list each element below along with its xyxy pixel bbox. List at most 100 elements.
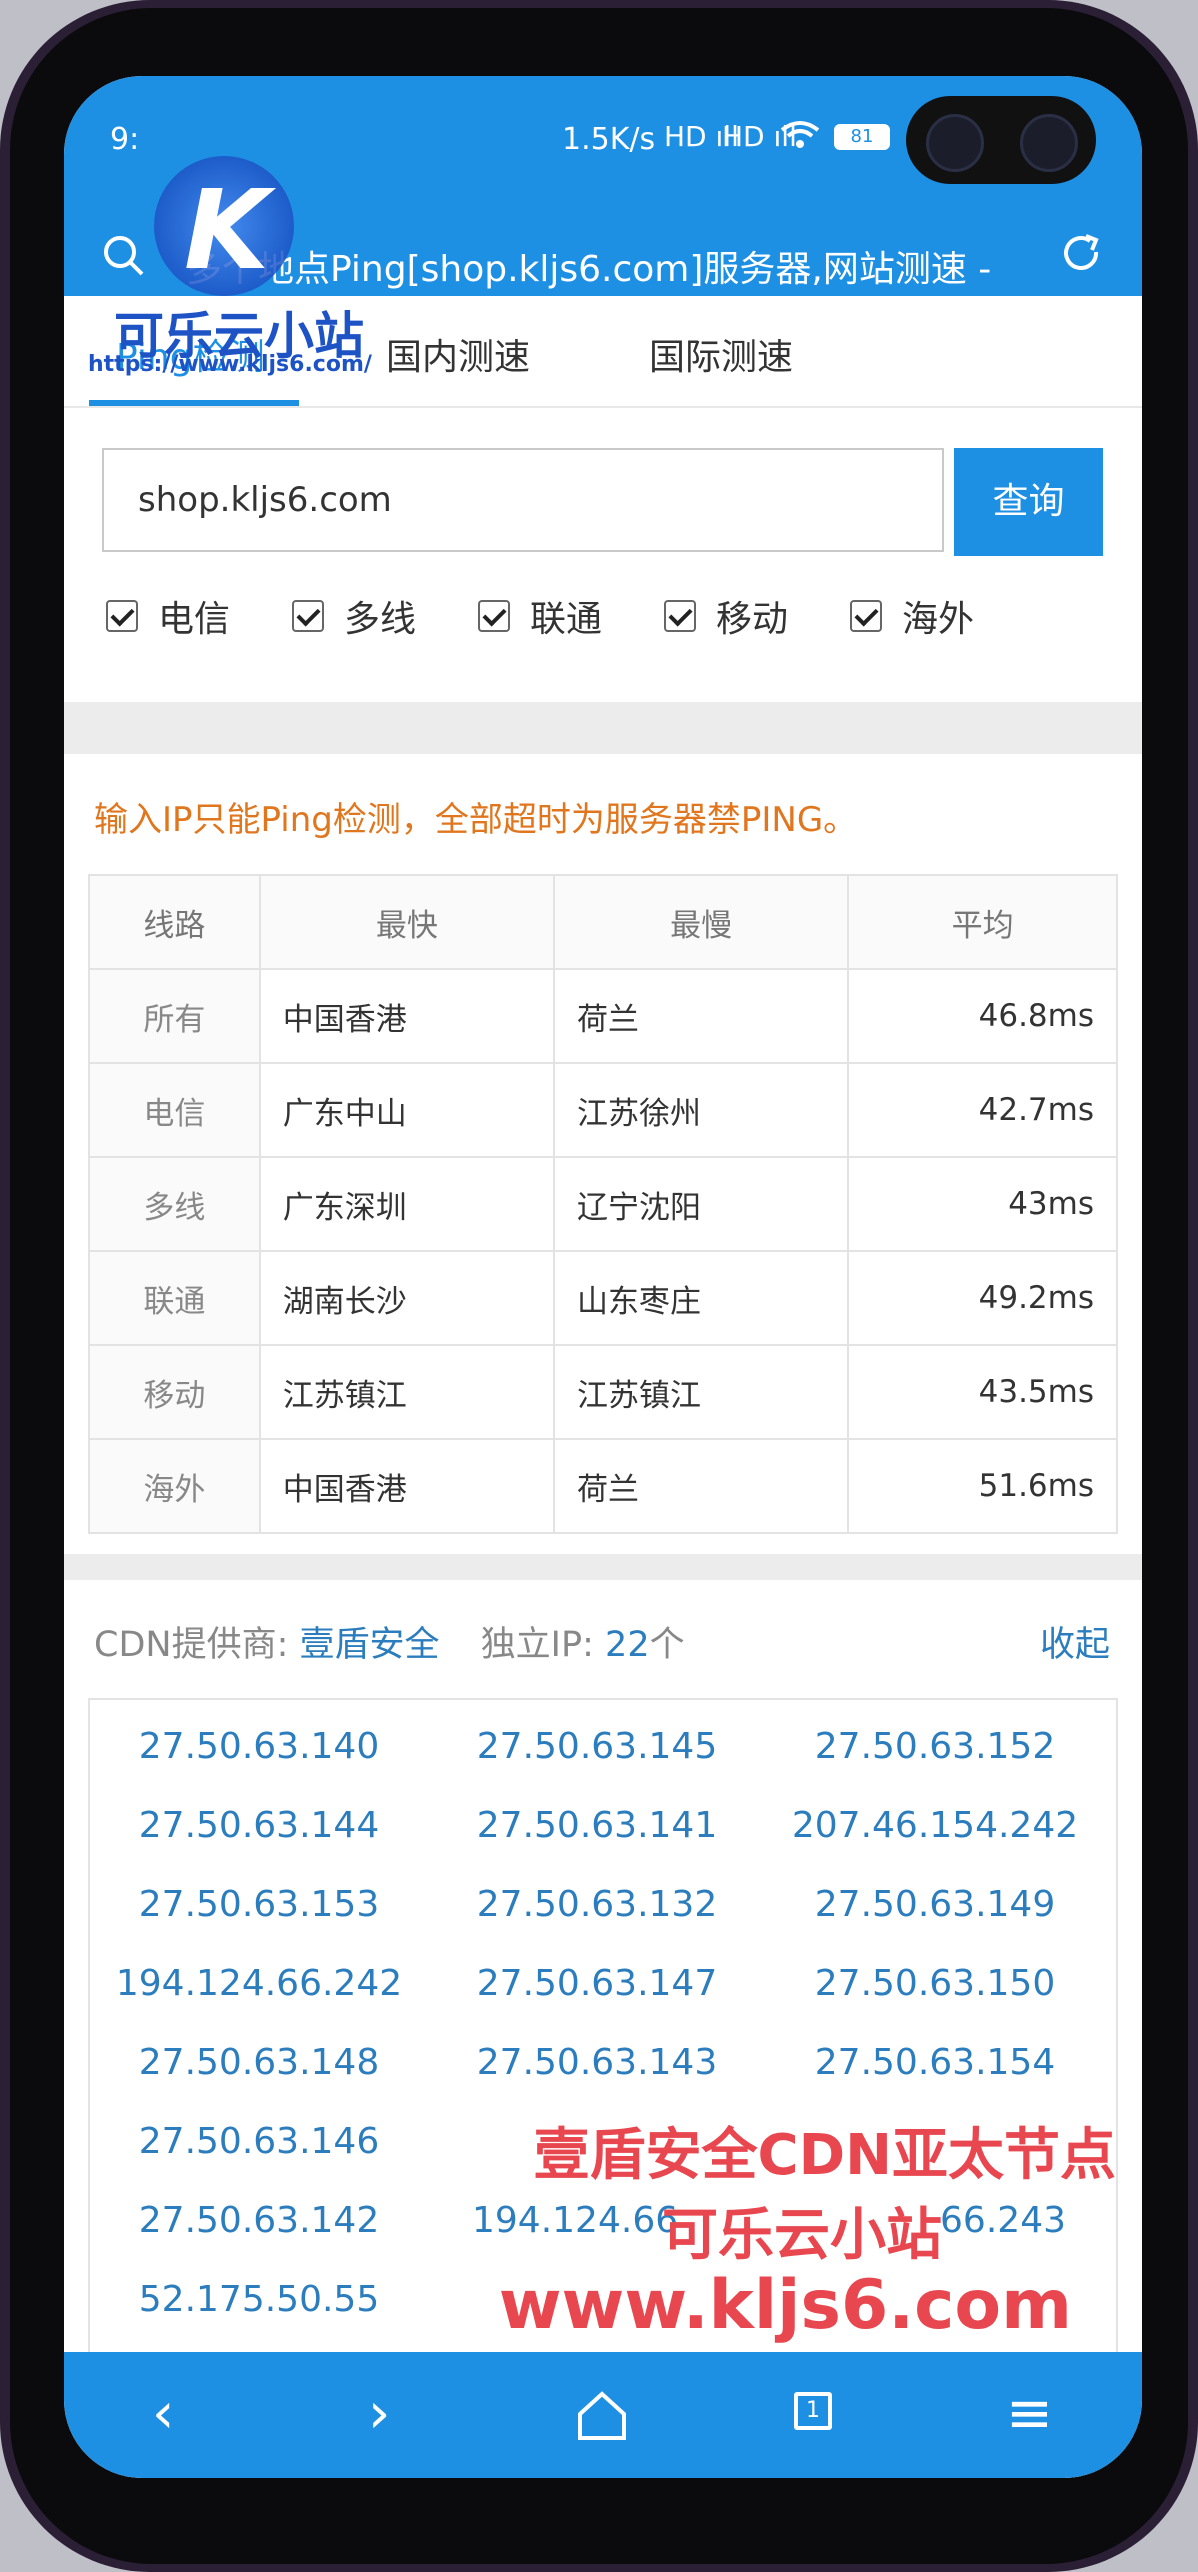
header-line: 线路	[88, 874, 261, 970]
table-row: 联通 湖南长沙 山东枣庄 49.2ms	[88, 1250, 1118, 1346]
row-fastest: 广东中山	[258, 1062, 556, 1158]
ip-item[interactable]: 27.50.63.132	[428, 1884, 766, 1925]
bottom-nav-bar: ‹ › 1 ≡	[64, 2352, 1142, 2478]
cdn-provider-label: CDN提供商:	[94, 1625, 289, 1665]
ip-item[interactable]: 27.50.63.148	[90, 2042, 428, 2083]
filter-multiline[interactable]: 多线	[292, 586, 416, 646]
tab-domestic[interactable]: 国内测速	[386, 328, 530, 380]
table-row: 移动 江苏镇江 江苏镇江 43.5ms	[88, 1344, 1118, 1440]
table-row: 多线 广东深圳 辽宁沈阳 43ms	[88, 1156, 1118, 1252]
ip-item[interactable]: 27.50.63.140	[90, 1726, 428, 1767]
ip-item[interactable]: 207.46.154.242	[766, 1805, 1104, 1846]
query-button[interactable]: 查询	[954, 448, 1103, 556]
ip-item[interactable]: 27.50.63.145	[428, 1726, 766, 1767]
net-speed: 1.5K/s	[562, 122, 656, 157]
line-filters: 电信 多线 联通 移动 海外	[106, 586, 1106, 646]
filter-mobile[interactable]: 移动	[664, 586, 788, 646]
row-line: 移动	[88, 1344, 261, 1440]
overlay-caption-2: 可乐云小站	[662, 2203, 942, 2268]
ip-item[interactable]: 27.50.63.144	[90, 1805, 428, 1846]
ip-item[interactable]: 27.50.63.152	[766, 1726, 1104, 1767]
overlay-caption-3: www.kljs6.com	[498, 2266, 1072, 2345]
checkbox-icon[interactable]	[850, 600, 882, 632]
table-row: 电信 广东中山 江苏徐州 42.7ms	[88, 1062, 1118, 1158]
battery-icon: 81	[834, 124, 890, 150]
battery-level: 81	[850, 126, 874, 147]
row-average: 43ms	[847, 1156, 1118, 1252]
row-line: 多线	[88, 1156, 261, 1252]
forward-icon[interactable]: ›	[368, 2382, 390, 2446]
ping-notice: 输入IP只能Ping检测，全部超时为服务器禁PING。	[94, 800, 858, 840]
row-line: 海外	[88, 1438, 261, 1534]
checkbox-icon[interactable]	[664, 600, 696, 632]
row-line: 电信	[88, 1062, 261, 1158]
row-slowest: 荷兰	[553, 1438, 850, 1534]
table-row: 所有 中国香港 荷兰 46.8ms	[88, 968, 1118, 1064]
checkbox-icon[interactable]	[106, 600, 138, 632]
row-slowest: 江苏徐州	[553, 1062, 850, 1158]
cdn-provider[interactable]: 壹盾安全	[300, 1625, 440, 1665]
header-slowest: 最慢	[553, 874, 850, 970]
status-time: 9:	[110, 122, 140, 157]
reload-icon[interactable]	[1060, 230, 1104, 288]
ip-count: 22	[605, 1625, 650, 1665]
row-slowest: 荷兰	[553, 968, 850, 1064]
ip-item[interactable]: 27.50.63.146	[90, 2121, 428, 2162]
tabs-icon[interactable]: 1	[794, 2392, 832, 2430]
filter-telecom[interactable]: 电信	[106, 586, 230, 646]
row-fastest: 江苏镇江	[258, 1344, 556, 1440]
wifi-icon	[780, 120, 820, 154]
ip-item[interactable]: 27.50.63.153	[90, 1884, 428, 1925]
ip-item[interactable]: 27.50.63.150	[766, 1963, 1104, 2004]
page-url-title[interactable]: 多个地点Ping[shop.kljs6.com]服务器,网站测速 -	[186, 240, 1016, 292]
front-camera-icon-2	[1020, 114, 1078, 172]
camera-cutout	[906, 96, 1096, 184]
table-header-row: 线路 最快 最慢 平均	[88, 874, 1118, 970]
row-fastest: 中国香港	[258, 1438, 556, 1534]
row-fastest: 湖南长沙	[258, 1250, 556, 1346]
query-form: 查询	[102, 448, 1103, 556]
active-tab-indicator	[89, 400, 299, 406]
filter-label: 多线	[344, 599, 417, 640]
ip-item[interactable]: 27.50.63.147	[428, 1963, 766, 2004]
row-slowest: 辽宁沈阳	[553, 1156, 850, 1252]
row-fastest: 中国香港	[258, 968, 556, 1064]
row-average: 43.5ms	[847, 1344, 1118, 1440]
checkbox-icon[interactable]	[292, 600, 324, 632]
checkbox-icon[interactable]	[478, 600, 510, 632]
filter-overseas[interactable]: 海外	[850, 586, 974, 646]
header-average: 平均	[847, 874, 1118, 970]
row-average: 51.6ms	[847, 1438, 1118, 1534]
row-slowest: 江苏镇江	[553, 1344, 850, 1440]
filter-unicom[interactable]: 联通	[478, 586, 602, 646]
ip-count-label: 独立IP:	[480, 1625, 594, 1665]
filter-label: 联通	[530, 599, 603, 640]
ip-unit: 个	[649, 1625, 685, 1665]
filter-label: 移动	[716, 599, 789, 640]
filter-label: 电信	[158, 599, 231, 640]
ping-results-table: 线路 最快 最慢 平均 所有 中国香港 荷兰 46.8ms 电信 广东中山 江苏徐州 42.…	[88, 874, 1118, 1534]
domain-input[interactable]	[102, 448, 944, 552]
ip-item[interactable]: 27.50.63.149	[766, 1884, 1104, 1925]
ip-item[interactable]: 27.50.63.143	[428, 2042, 766, 2083]
tab-international[interactable]: 国际测速	[649, 328, 793, 380]
back-icon[interactable]: ‹	[152, 2382, 174, 2446]
collapse-link[interactable]: 收起	[1040, 1616, 1110, 1667]
menu-icon[interactable]: ≡	[1006, 2382, 1053, 2446]
ip-item[interactable]: 27.50.63.141	[428, 1805, 766, 1846]
phone-frame: 9: 1.5K/s HD ıll HD ıll 81 多个地点Ping[shop…	[0, 0, 1198, 2572]
logo-letter: K	[184, 166, 270, 294]
phone-bezel: 9: 1.5K/s HD ıll HD ıll 81 多个地点Ping[shop…	[10, 8, 1188, 2564]
home-icon[interactable]	[574, 2388, 630, 2446]
ip-item[interactable]: 27.50.63.142	[90, 2200, 428, 2241]
row-line: 所有	[88, 968, 261, 1064]
table-row: 海外 中国香港 荷兰 51.6ms	[88, 1438, 1118, 1534]
row-average: 46.8ms	[847, 968, 1118, 1064]
front-camera-icon	[926, 114, 984, 172]
search-icon[interactable]	[102, 234, 146, 286]
section-divider	[64, 702, 1142, 754]
ip-item[interactable]: 27.50.63.154	[766, 2042, 1104, 2083]
row-line: 联通	[88, 1250, 261, 1346]
ip-item[interactable]: 52.175.50.55	[90, 2279, 428, 2320]
ip-item[interactable]: 194.124.66.242	[90, 1963, 428, 2004]
